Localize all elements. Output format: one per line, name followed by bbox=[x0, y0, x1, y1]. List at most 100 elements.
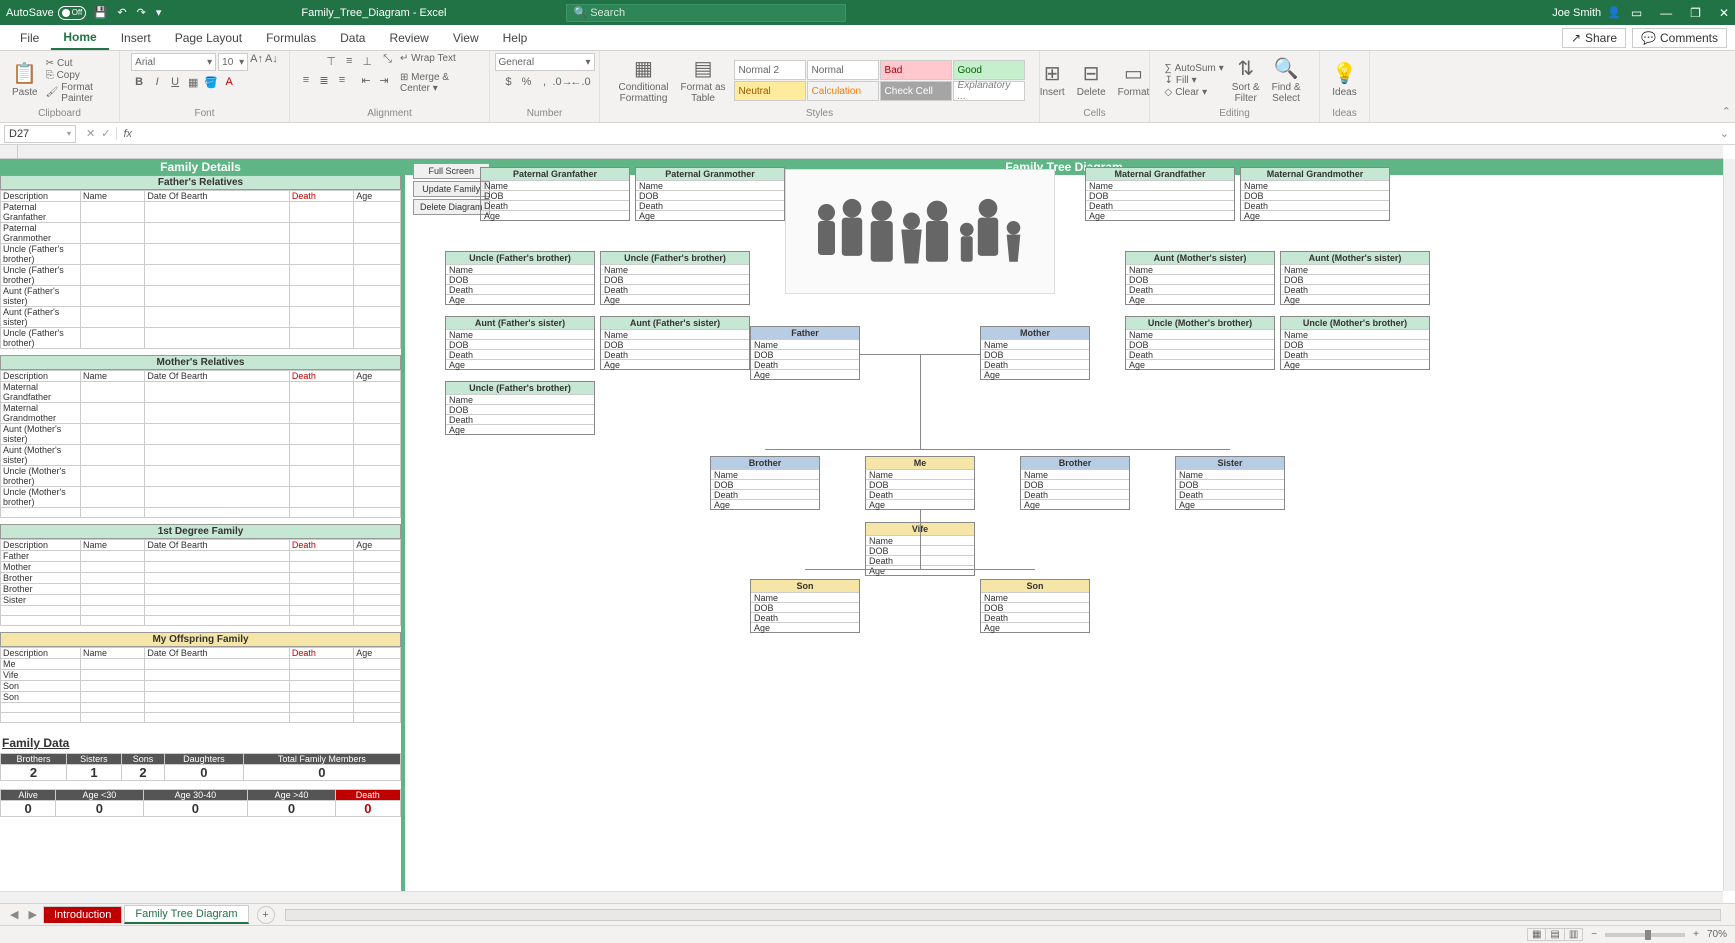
sheet-hscroll[interactable] bbox=[285, 909, 1722, 921]
merge-center-button[interactable]: ⊞ Merge & Center ▾ bbox=[400, 72, 481, 94]
table-row[interactable] bbox=[1, 508, 401, 518]
fill-color-button[interactable]: 🪣 bbox=[203, 74, 219, 90]
ideas-button[interactable]: 💡Ideas bbox=[1328, 61, 1361, 100]
node-uncle-father-1[interactable]: Uncle (Father's brother)NameDOBDeathAge bbox=[445, 251, 595, 305]
fathers-relatives-table[interactable]: DescriptionNameDate Of BearthDeathAge Pa… bbox=[0, 190, 401, 349]
node-maternal-grandfather[interactable]: Maternal GrandfatherNameDOBDeathAge bbox=[1085, 167, 1235, 221]
cut-button[interactable]: ✂Cut bbox=[46, 58, 111, 69]
update-family-button[interactable]: Update Family bbox=[413, 181, 490, 197]
maximize-icon[interactable]: ❐ bbox=[1690, 6, 1701, 20]
borders-button[interactable]: ▦ bbox=[185, 74, 201, 90]
decrease-font-icon[interactable]: A↓ bbox=[265, 53, 278, 71]
save-icon[interactable]: 💾 bbox=[94, 6, 108, 19]
style-neutral[interactable]: Neutral bbox=[734, 81, 806, 101]
style-check-cell[interactable]: Check Cell bbox=[880, 81, 952, 101]
decrease-indent-icon[interactable]: ⇤ bbox=[358, 72, 374, 88]
table-row[interactable]: Uncle (Father's brother) bbox=[1, 265, 401, 286]
percent-icon[interactable]: % bbox=[519, 74, 535, 90]
increase-decimal-icon[interactable]: .0→ bbox=[555, 74, 571, 90]
tab-review[interactable]: Review bbox=[377, 27, 440, 49]
table-row[interactable]: Uncle (Mother's brother) bbox=[1, 466, 401, 487]
table-row[interactable]: Aunt (Mother's sister) bbox=[1, 424, 401, 445]
table-row[interactable]: Me bbox=[1, 659, 401, 670]
normal-view-icon[interactable]: ▦ bbox=[1527, 928, 1546, 941]
expand-formula-icon[interactable]: ⌄ bbox=[1714, 127, 1735, 140]
user-account[interactable]: Joe Smith 👤 bbox=[1552, 6, 1621, 19]
close-icon[interactable]: ✕ bbox=[1719, 6, 1729, 20]
table-row[interactable]: Uncle (Father's brother) bbox=[1, 244, 401, 265]
style-explanatory[interactable]: Explanatory ... bbox=[953, 81, 1025, 101]
number-format-select[interactable]: General▾ bbox=[495, 53, 595, 71]
style-good[interactable]: Good bbox=[953, 60, 1025, 80]
collapse-ribbon-icon[interactable]: ⌃ bbox=[1722, 105, 1731, 118]
column-headers[interactable] bbox=[18, 145, 1723, 159]
table-row[interactable]: Aunt (Mother's sister) bbox=[1, 445, 401, 466]
undo-icon[interactable]: ↶ bbox=[117, 6, 126, 19]
page-break-view-icon[interactable]: ▥ bbox=[1564, 928, 1583, 941]
sort-filter-button[interactable]: ⇅Sort & Filter bbox=[1228, 56, 1264, 106]
table-row[interactable]: Aunt (Father's sister) bbox=[1, 286, 401, 307]
clear-button[interactable]: ◇Clear ▾ bbox=[1164, 87, 1223, 98]
table-row[interactable]: Son bbox=[1, 681, 401, 692]
node-uncle-father-3[interactable]: Uncle (Father's brother)NameDOBDeathAge bbox=[445, 381, 595, 435]
offspring-table[interactable]: DescriptionNameDate Of BearthDeathAge Me… bbox=[0, 647, 401, 723]
node-me[interactable]: MeNameDOBDeathAge bbox=[865, 456, 975, 510]
node-aunt-mother-2[interactable]: Aunt (Mother's sister)NameDOBDeathAge bbox=[1280, 251, 1430, 305]
format-painter-button[interactable]: 🖌Format Painter bbox=[46, 82, 111, 104]
node-father[interactable]: FatherNameDOBDeathAge bbox=[750, 326, 860, 380]
underline-button[interactable]: U bbox=[167, 74, 183, 90]
next-sheet-icon[interactable]: ▶ bbox=[24, 908, 40, 921]
name-box[interactable]: D27▾ bbox=[4, 125, 76, 143]
formula-input[interactable] bbox=[138, 125, 1714, 143]
align-middle-icon[interactable]: ≡ bbox=[341, 53, 357, 69]
search-box[interactable]: 🔍 Search bbox=[566, 4, 846, 22]
align-bottom-icon[interactable]: ⊥ bbox=[359, 53, 375, 69]
tab-insert[interactable]: Insert bbox=[109, 27, 163, 49]
align-top-icon[interactable]: ⊤ bbox=[323, 53, 339, 69]
node-uncle-father-2[interactable]: Uncle (Father's brother)NameDOBDeathAge bbox=[600, 251, 750, 305]
bold-button[interactable]: B bbox=[131, 74, 147, 90]
sheet-tab-introduction[interactable]: Introduction bbox=[43, 906, 122, 923]
node-son-2[interactable]: SonNameDOBDeathAge bbox=[980, 579, 1090, 633]
select-all-corner[interactable] bbox=[0, 145, 18, 159]
copy-button[interactable]: ⎘Copy bbox=[46, 70, 111, 81]
node-brother-1[interactable]: BrotherNameDOBDeathAge bbox=[710, 456, 820, 510]
find-select-button[interactable]: 🔍Find & Select bbox=[1268, 56, 1305, 106]
format-cells-button[interactable]: ▭Format bbox=[1114, 61, 1154, 100]
node-mother[interactable]: MotherNameDOBDeathAge bbox=[980, 326, 1090, 380]
tab-view[interactable]: View bbox=[441, 27, 491, 49]
zoom-out-icon[interactable]: − bbox=[1591, 929, 1597, 940]
node-aunt-father-2[interactable]: Aunt (Father's sister)NameDOBDeathAge bbox=[600, 316, 750, 370]
tab-file[interactable]: File bbox=[8, 27, 51, 49]
align-left-icon[interactable]: ≡ bbox=[298, 72, 314, 88]
wrap-text-button[interactable]: ↵ Wrap Text bbox=[400, 53, 456, 69]
sheet-tab-family-tree[interactable]: Family Tree Diagram bbox=[124, 905, 248, 924]
orientation-icon[interactable]: ⤡ bbox=[383, 53, 392, 69]
delete-cells-button[interactable]: ⊟Delete bbox=[1073, 61, 1110, 100]
comma-icon[interactable]: , bbox=[537, 74, 553, 90]
tab-help[interactable]: Help bbox=[491, 27, 540, 49]
currency-icon[interactable]: $ bbox=[501, 74, 517, 90]
table-row[interactable]: Mother bbox=[1, 562, 401, 573]
horizontal-scrollbar[interactable] bbox=[0, 891, 1723, 903]
zoom-in-icon[interactable]: + bbox=[1693, 929, 1699, 940]
table-row[interactable]: Vife bbox=[1, 670, 401, 681]
format-as-table-button[interactable]: ▤Format as Table bbox=[677, 56, 730, 106]
zoom-slider[interactable] bbox=[1605, 933, 1685, 937]
table-row[interactable] bbox=[1, 703, 401, 713]
table-row[interactable]: Brother bbox=[1, 573, 401, 584]
delete-diagram-button[interactable]: Delete Diagram bbox=[413, 199, 490, 215]
table-row[interactable]: Aunt (Father's sister) bbox=[1, 307, 401, 328]
tab-data[interactable]: Data bbox=[328, 27, 377, 49]
insert-cells-button[interactable]: ⊞Insert bbox=[1036, 61, 1069, 100]
table-row[interactable]: Paternal Granfather bbox=[1, 202, 401, 223]
node-son-1[interactable]: SonNameDOBDeathAge bbox=[750, 579, 860, 633]
table-row[interactable]: Paternal Granmother bbox=[1, 223, 401, 244]
table-row[interactable] bbox=[1, 606, 401, 616]
table-row[interactable]: Maternal Grandfather bbox=[1, 382, 401, 403]
paste-button[interactable]: 📋Paste bbox=[8, 61, 42, 100]
table-row[interactable] bbox=[1, 713, 401, 723]
node-aunt-father-1[interactable]: Aunt (Father's sister)NameDOBDeathAge bbox=[445, 316, 595, 370]
zoom-level[interactable]: 70% bbox=[1707, 929, 1727, 940]
first-degree-table[interactable]: DescriptionNameDate Of BearthDeathAge Fa… bbox=[0, 539, 401, 626]
